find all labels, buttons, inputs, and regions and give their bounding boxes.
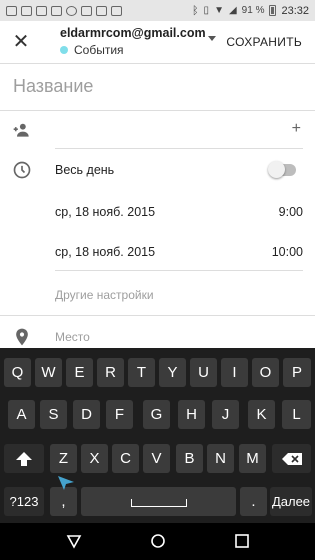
key-z[interactable]: Z xyxy=(50,444,77,473)
key-h[interactable]: H xyxy=(178,400,205,429)
key-f[interactable]: F xyxy=(106,400,133,429)
key-d[interactable]: D xyxy=(73,400,100,429)
calendar-color-dot xyxy=(60,46,68,54)
key-g[interactable]: G xyxy=(143,400,170,429)
calendar-selector[interactable]: События xyxy=(60,43,124,57)
globe-icon xyxy=(66,5,77,16)
start-time[interactable]: 9:00 xyxy=(279,205,303,219)
key-j[interactable]: J xyxy=(212,400,239,429)
key-k[interactable]: K xyxy=(248,400,275,429)
divider xyxy=(0,110,315,111)
space-icon xyxy=(130,499,187,507)
add-guest-button[interactable]: + xyxy=(292,120,301,138)
next-key[interactable]: Далее xyxy=(270,487,312,516)
all-day-toggle[interactable] xyxy=(268,161,296,178)
download-icon xyxy=(111,5,122,16)
key-n[interactable]: N xyxy=(207,444,234,473)
divider xyxy=(55,270,303,271)
image-icon xyxy=(21,5,32,16)
camera-icon xyxy=(81,5,92,16)
more-options-link[interactable]: Другие настройки xyxy=(55,288,154,302)
clock: 23:32 xyxy=(281,4,309,17)
event-title-input[interactable]: Название xyxy=(13,76,93,97)
divider xyxy=(55,148,303,149)
period-key[interactable]: . xyxy=(240,487,267,516)
key-l[interactable]: L xyxy=(282,400,311,429)
key-t[interactable]: T xyxy=(128,358,155,387)
start-date[interactable]: ср, 18 нояб. 2015 xyxy=(55,205,155,219)
clock-icon xyxy=(13,161,31,179)
key-i[interactable]: I xyxy=(221,358,248,387)
shift-icon xyxy=(16,452,32,466)
signal-icon: ◢ xyxy=(228,5,237,16)
wifi-icon: ▼ xyxy=(214,5,224,16)
battery-icon xyxy=(269,5,277,16)
notification-icons xyxy=(6,5,122,16)
space-key[interactable] xyxy=(81,487,236,516)
key-w[interactable]: W xyxy=(35,358,62,387)
save-button[interactable]: СОХРАНИТЬ xyxy=(226,35,302,49)
key-a[interactable]: A xyxy=(8,400,35,429)
add-guests-icon[interactable] xyxy=(12,120,32,140)
swipe-indicator-icon xyxy=(58,476,74,490)
recents-icon[interactable] xyxy=(234,533,250,549)
back-icon[interactable] xyxy=(66,533,82,549)
print-icon xyxy=(51,5,62,16)
email-icon xyxy=(6,5,17,16)
location-input[interactable]: Место xyxy=(55,330,90,344)
divider xyxy=(0,63,315,64)
status-bar: ᛒ ▯ ▼ ◢ 91 % 23:32 xyxy=(0,0,315,21)
bluetooth-icon: ᛒ xyxy=(191,4,199,17)
end-time[interactable]: 10:00 xyxy=(272,245,303,259)
key-r[interactable]: R xyxy=(97,358,124,387)
account-email[interactable]: eldarmrcom@gmail.com xyxy=(60,26,206,40)
shift-key[interactable] xyxy=(4,444,44,473)
message-icon xyxy=(96,5,107,16)
app-bar: ✕ eldarmrcom@gmail.com События СОХРАНИТЬ xyxy=(0,21,315,63)
key-y[interactable]: Y xyxy=(159,358,186,387)
key-x[interactable]: X xyxy=(81,444,108,473)
mail-icon xyxy=(36,5,47,16)
keyboard: Q W E R T Y U I O P A S D F G H J K L Z … xyxy=(0,348,315,523)
key-e[interactable]: E xyxy=(66,358,93,387)
key-v[interactable]: V xyxy=(143,444,170,473)
location-icon xyxy=(16,328,28,346)
divider xyxy=(0,315,315,316)
end-date[interactable]: ср, 18 нояб. 2015 xyxy=(55,245,155,259)
chevron-down-icon[interactable] xyxy=(208,36,216,41)
navigation-bar xyxy=(0,523,315,560)
key-p[interactable]: P xyxy=(283,358,311,387)
home-icon[interactable] xyxy=(150,533,166,549)
key-u[interactable]: U xyxy=(190,358,217,387)
key-q[interactable]: Q xyxy=(4,358,31,387)
key-o[interactable]: O xyxy=(252,358,279,387)
key-b[interactable]: B xyxy=(176,444,203,473)
battery-percent: 91 % xyxy=(241,5,265,16)
key-c[interactable]: C xyxy=(112,444,139,473)
close-icon[interactable]: ✕ xyxy=(10,31,32,53)
all-day-label: Весь день xyxy=(55,163,115,177)
key-s[interactable]: S xyxy=(40,400,67,429)
backspace-icon xyxy=(281,453,302,465)
key-m[interactable]: M xyxy=(239,444,266,473)
backspace-key[interactable] xyxy=(272,444,311,473)
calendar-name: События xyxy=(74,43,124,57)
symbols-key[interactable]: ?123 xyxy=(4,487,44,516)
vibrate-icon: ▯ xyxy=(203,5,210,16)
